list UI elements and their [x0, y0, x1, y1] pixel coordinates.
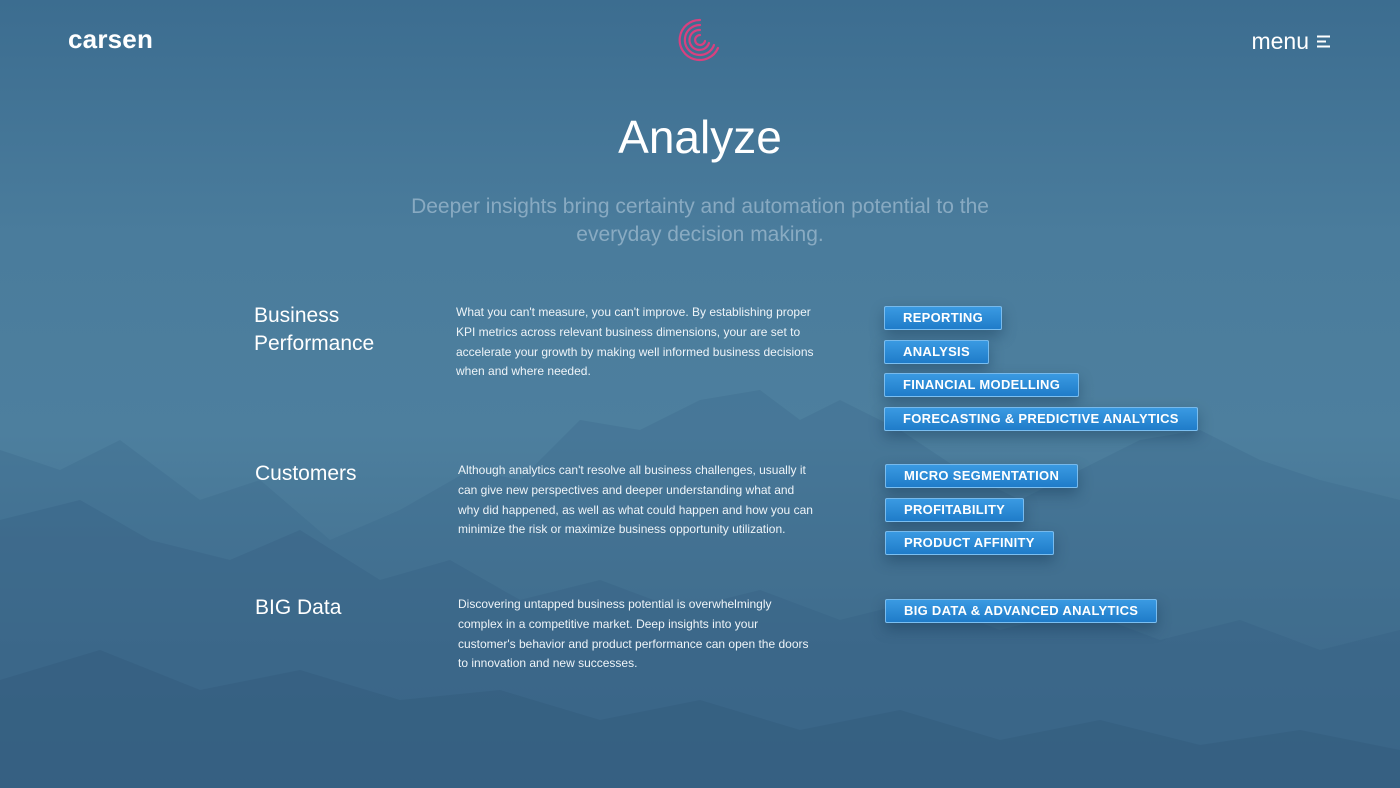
tag-list: BIG DATA & ADVANCED ANALYTICS [885, 599, 1158, 633]
section-business-performance: Business Performance What you can't meas… [0, 302, 1400, 432]
tag-product-affinity[interactable]: PRODUCT AFFINITY [885, 531, 1054, 555]
section-title: Business Performance [254, 304, 375, 355]
section-description: Although analytics can't resolve all bus… [458, 463, 813, 537]
concentric-c-logo-icon[interactable] [678, 18, 722, 62]
page-title: Analyze [618, 111, 782, 163]
tag-reporting[interactable]: REPORTING [884, 306, 1002, 330]
menu-button[interactable]: menu [1251, 28, 1330, 55]
tag-micro-segmentation[interactable]: MICRO SEGMENTATION [885, 464, 1079, 488]
tag-forecasting-predictive-analytics[interactable]: FORECASTING & PREDICTIVE ANALYTICS [884, 406, 1198, 431]
section-description: What you can't measure, you can't improv… [456, 305, 814, 379]
page-subtitle: Deeper insights bring certainty and auto… [411, 195, 989, 246]
section-title: BIG Data [255, 596, 342, 619]
menu-label: menu [1251, 28, 1309, 54]
section-title: Customers [255, 462, 357, 485]
tag-analysis[interactable]: ANALYSIS [884, 339, 989, 364]
site-header: carsen menu [0, 0, 1400, 80]
carsen-logo[interactable]: carsen [68, 24, 153, 55]
section-description: Discovering untapped business potential … [458, 597, 809, 671]
hamburger-icon [1317, 35, 1330, 48]
tag-financial-modelling[interactable]: FINANCIAL MODELLING [884, 373, 1080, 397]
tag-profitability[interactable]: PROFITABILITY [885, 497, 1025, 522]
section-customers: Customers Although analytics can't resol… [0, 460, 1400, 570]
tag-list: MICRO SEGMENTATION PROFITABILITY PRODUCT… [885, 464, 1079, 565]
tag-list: REPORTING ANALYSIS FINANCIAL MODELLING F… [884, 306, 1198, 440]
tag-big-data-advanced-analytics[interactable]: BIG DATA & ADVANCED ANALYTICS [885, 599, 1158, 623]
section-big-data: BIG Data Discovering untapped business p… [0, 594, 1400, 684]
